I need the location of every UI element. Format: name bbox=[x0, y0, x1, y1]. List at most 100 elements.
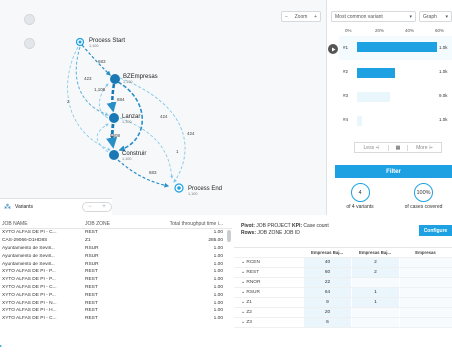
pivot-row[interactable]: ⌄ REST 60 2 bbox=[234, 268, 452, 278]
table-body: XYTO ALFAS DE PI - C... REST 1.00 CAS-29066… bbox=[0, 229, 232, 323]
column-header[interactable]: Total throughput time i... bbox=[157, 219, 227, 228]
pivot-cell bbox=[399, 318, 452, 327]
node-bzempresas[interactable]: BZEmpresas 1,100 bbox=[110, 74, 158, 84]
variant-row[interactable]: #1 1.0k bbox=[339, 36, 452, 60]
play-icon[interactable] bbox=[328, 44, 338, 54]
table-cell: XYTO ALFAS DE PI - P... bbox=[2, 292, 56, 298]
pivot-column-header[interactable]: Empresas Baj... bbox=[303, 248, 351, 257]
pivot-row[interactable]: ⌄ RCEN 40 2 bbox=[234, 258, 452, 268]
table-cell: XYTO ALFAS DE PI - P... bbox=[2, 269, 56, 275]
table-row[interactable]: Ayuntamiento de Sevill... RSUR 1.00 bbox=[0, 260, 232, 268]
edge-construir-lanzar[interactable] bbox=[96, 123, 109, 153]
variants-count-circle: 4 bbox=[350, 183, 370, 202]
variant-row[interactable]: #4 1.0k bbox=[339, 108, 452, 132]
column-header[interactable]: JOB ZONE bbox=[85, 219, 157, 228]
pivot-column-header[interactable]: Empresas bbox=[399, 248, 452, 257]
axis-tick: 0% bbox=[345, 28, 352, 33]
variant-axis: 0% 20% 40% 60% bbox=[339, 28, 452, 36]
variants-stepper[interactable]: − + bbox=[82, 202, 112, 212]
column-header[interactable]: JOB NAME bbox=[0, 219, 85, 228]
pivot-label: Pivot: bbox=[241, 223, 255, 229]
process-map-canvas[interactable]: − Zoom + 683 423 884 1,108 424 2 5508 42… bbox=[0, 0, 327, 215]
edge-label: 5508 bbox=[110, 133, 121, 138]
pivot-column-header[interactable]: Empresas Baj... bbox=[351, 248, 399, 257]
table-row[interactable]: Ayuntamiento de Sevill... RSUR 1.00 bbox=[0, 245, 232, 253]
node-construir[interactable]: Construir 1,100 bbox=[109, 150, 146, 161]
edge-bzempresas-end[interactable] bbox=[119, 77, 186, 183]
pivot-row[interactable]: ⌄ Z3 6 bbox=[234, 318, 452, 328]
pivot-cell: 60 bbox=[303, 268, 351, 277]
edge-construir-end[interactable] bbox=[117, 159, 170, 188]
variant-row[interactable]: #3 9.0k bbox=[339, 84, 452, 108]
pivot-cell: 2 bbox=[351, 258, 399, 267]
variant-sort-select[interactable]: Most common variant ▾ bbox=[331, 11, 416, 22]
configure-button[interactable]: Configure bbox=[419, 225, 452, 236]
table-cell: 285.00 bbox=[208, 238, 223, 244]
job-table: JOB NAME JOB ZONE Total throughput time … bbox=[0, 219, 232, 353]
view-select[interactable]: Graph ▾ bbox=[419, 11, 452, 22]
table-cell: REST bbox=[85, 269, 98, 275]
table-row[interactable]: XYTO ALFAS DE PI - H... REST 1.00 bbox=[0, 307, 232, 315]
plus-icon[interactable]: + bbox=[102, 204, 106, 210]
pivot-cell bbox=[351, 278, 399, 287]
table-row[interactable]: Ayuntamiento de Sevill... RSUR 1.00 bbox=[0, 252, 232, 260]
pivot-header-row: Empresas Baj... Empresas Baj... Empresas bbox=[234, 248, 452, 258]
less-button[interactable]: Less ⩤ bbox=[355, 145, 388, 151]
edge-label: 1,108 bbox=[94, 87, 106, 92]
pivot-cell: 22 bbox=[303, 278, 351, 287]
edge-start-bzempresas[interactable] bbox=[81, 44, 111, 76]
cases-percent: 100% bbox=[416, 189, 431, 196]
kpi-value: Case count bbox=[303, 223, 329, 229]
cases-stat: 100% of cases covered bbox=[395, 183, 452, 218]
variants-bar: ⁂ Variants − + bbox=[0, 198, 112, 215]
table-row[interactable]: XYTO ALFAS DE PI - C... REST 1.00 bbox=[0, 315, 232, 323]
table-row[interactable]: XYTO ALFAS DE PI - C... REST 1.00 bbox=[0, 284, 232, 292]
pivot-cell: 40 bbox=[303, 258, 351, 267]
variant-rank: #4 bbox=[343, 117, 349, 122]
chevron-down-icon: ▾ bbox=[409, 13, 412, 20]
table-cell: REST bbox=[85, 308, 98, 314]
node-count: 1,100 bbox=[122, 120, 132, 124]
node-process-end[interactable]: Process End 1,100 bbox=[174, 183, 222, 196]
pivot-row-label: ⌄ RNOR bbox=[234, 280, 303, 285]
pivot-row[interactable]: ⌄ Z2 20 bbox=[234, 308, 452, 318]
table-row[interactable]: XYTO ALFAS DE PI - C... REST 1.00 bbox=[0, 229, 232, 237]
table-row[interactable]: XYTO ALFAS DE PI - P... REST 1.00 bbox=[0, 268, 232, 276]
pivot-row[interactable]: ⌄ RNOR 22 bbox=[234, 278, 452, 288]
table-cell: REST bbox=[85, 292, 98, 298]
table-row[interactable]: CAS-29066-D1HD8S Z1 285.00 bbox=[0, 237, 232, 245]
edge-label: 424 bbox=[160, 114, 168, 119]
filter-button[interactable]: Filter bbox=[335, 165, 452, 178]
edge-label: 423 bbox=[84, 76, 92, 81]
table-row[interactable]: XYTO ALFAS DE PI - P... REST 1.00 bbox=[0, 291, 232, 299]
minus-icon[interactable]: − bbox=[88, 204, 92, 210]
view-value: Graph bbox=[423, 13, 437, 20]
variant-row[interactable]: #2 1.0k bbox=[339, 60, 452, 84]
row-pointer-icon bbox=[0, 342, 2, 350]
slider-handle-icon[interactable]: ▦ bbox=[388, 144, 408, 151]
table-cell: 1.00 bbox=[213, 316, 223, 322]
variant-value: 9.0k bbox=[439, 93, 448, 98]
pivot-cell: 20 bbox=[303, 308, 351, 317]
pivot-row[interactable]: ⌄ Z1 9 1 bbox=[234, 298, 452, 308]
chevron-down-icon: ▾ bbox=[445, 13, 448, 20]
pivot-cell bbox=[399, 288, 452, 297]
table-cell: CAS-29066-D1HD8S bbox=[2, 238, 48, 244]
more-button[interactable]: More ⩥ bbox=[408, 145, 441, 151]
table-cell: Ayuntamiento de Sevill... bbox=[2, 261, 55, 267]
pivot-table: Empresas Baj... Empresas Baj... Empresas… bbox=[234, 247, 452, 353]
pivot-row[interactable]: ⌄ RSUR 64 1 bbox=[234, 288, 452, 298]
edge-bzempresas-lanzar[interactable] bbox=[106, 83, 117, 113]
node-lanzar[interactable]: Lanzar 1,100 bbox=[109, 113, 140, 124]
axis-tick: 40% bbox=[405, 28, 415, 33]
pivot-body: ⌄ RCEN 40 2 ⌄ REST 60 2 ⌄ RNOR 22 ⌄ RSUR 64 1 ⌄ Z1 9… bbox=[234, 258, 452, 328]
table-row[interactable]: XYTO ALFAS DE PI - P... REST 1.00 bbox=[0, 276, 232, 284]
cases-circle: 100% bbox=[414, 183, 433, 202]
edge-lanzar-end[interactable] bbox=[119, 117, 174, 179]
pivot-cell: 1 bbox=[351, 288, 399, 297]
variant-bars: #1 1.0k #2 1.0k #3 9.0k #4 1.0k bbox=[327, 36, 452, 132]
table-row[interactable]: XYTO ALFAS DE PI - N... REST 1.00 bbox=[0, 299, 232, 307]
pivot-cell bbox=[399, 298, 452, 307]
table-scrollbar[interactable] bbox=[227, 230, 231, 242]
pivot-row-label: ⌄ Z1 bbox=[234, 300, 303, 305]
